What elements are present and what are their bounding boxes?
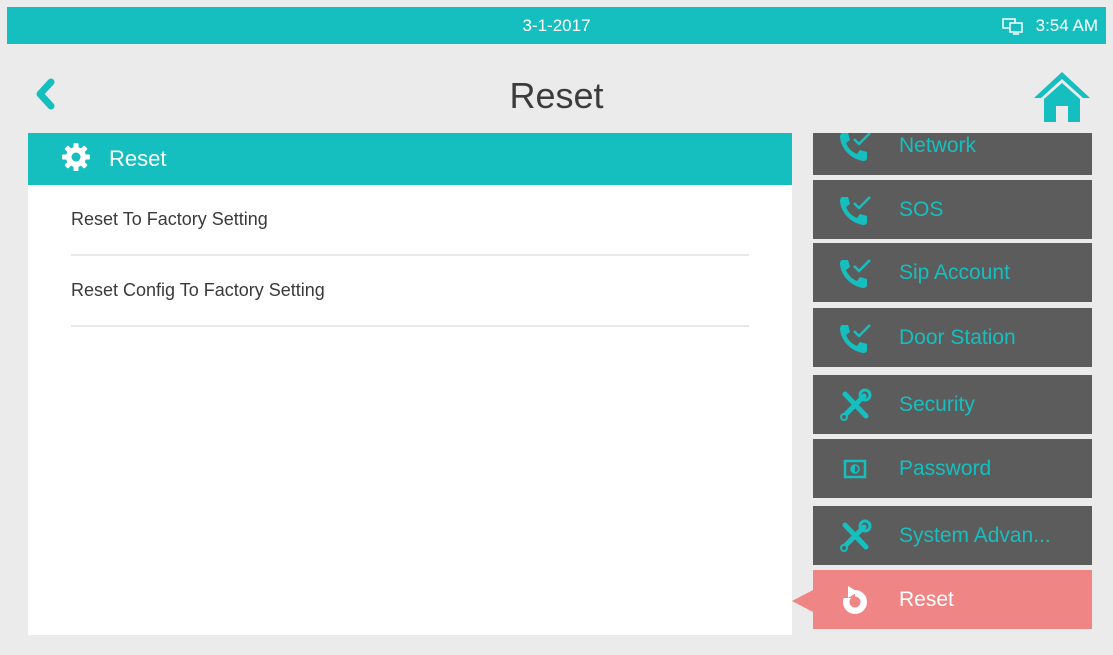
status-time: 3:54 AM — [1035, 15, 1098, 35]
sidebar-item-network[interactable]: Network — [813, 133, 1092, 175]
sidebar-item-password[interactable]: Password — [813, 439, 1092, 498]
sidebar-item-security[interactable]: Security — [813, 375, 1092, 434]
page-title: Reset — [509, 75, 604, 116]
sidebar-item-label: Password — [899, 456, 992, 480]
password-icon — [835, 449, 875, 489]
panel-title: Reset — [109, 146, 167, 171]
phone-check-icon — [835, 318, 875, 358]
sidebar-item-reset[interactable]: Reset — [813, 570, 1092, 629]
menu-item-label: Reset Config To Factory Setting — [71, 280, 325, 300]
panel-header: Reset — [28, 133, 792, 185]
sidebar-item-label: Security — [899, 392, 975, 416]
gear-icon — [61, 142, 91, 177]
menu-item-label: Reset To Factory Setting — [71, 209, 268, 229]
tools-icon — [835, 516, 875, 556]
reset-icon — [835, 580, 875, 620]
phone-check-icon — [835, 190, 875, 230]
reset-config-item[interactable]: Reset Config To Factory Setting — [71, 256, 749, 327]
reset-panel: Reset Reset To Factory Setting Reset Con… — [28, 133, 792, 635]
sidebar-item-label: Door Station — [899, 325, 1016, 349]
sidebar-item-sip-account[interactable]: Sip Account — [813, 243, 1092, 302]
status-right: 3:54 AM — [1001, 7, 1098, 44]
sidebar-item-label: System Advan... — [899, 523, 1051, 547]
sidebar-item-label: SOS — [899, 197, 944, 221]
tools-icon — [835, 385, 875, 425]
status-bar: 3-1-2017 3:54 AM — [7, 7, 1106, 44]
active-pointer — [792, 590, 813, 612]
sidebar-item-label: Sip Account — [899, 260, 1010, 284]
phone-check-icon — [835, 133, 875, 166]
sidebar-item-sos[interactable]: SOS — [813, 180, 1092, 239]
home-button[interactable] — [1030, 68, 1094, 128]
network-status-icon — [1001, 17, 1024, 35]
sidebar-item-system-advanced[interactable]: System Advan... — [813, 506, 1092, 565]
sidebar-item-label: Network — [899, 133, 977, 157]
sidebar: Network SOS Sip Account Door Station Sec… — [813, 133, 1092, 629]
sidebar-item-label: Reset — [899, 587, 954, 611]
status-date: 3-1-2017 — [522, 16, 591, 35]
phone-check-icon — [835, 253, 875, 293]
reset-factory-item[interactable]: Reset To Factory Setting — [71, 185, 749, 256]
home-icon — [1032, 68, 1092, 129]
sidebar-item-door-station[interactable]: Door Station — [813, 308, 1092, 367]
